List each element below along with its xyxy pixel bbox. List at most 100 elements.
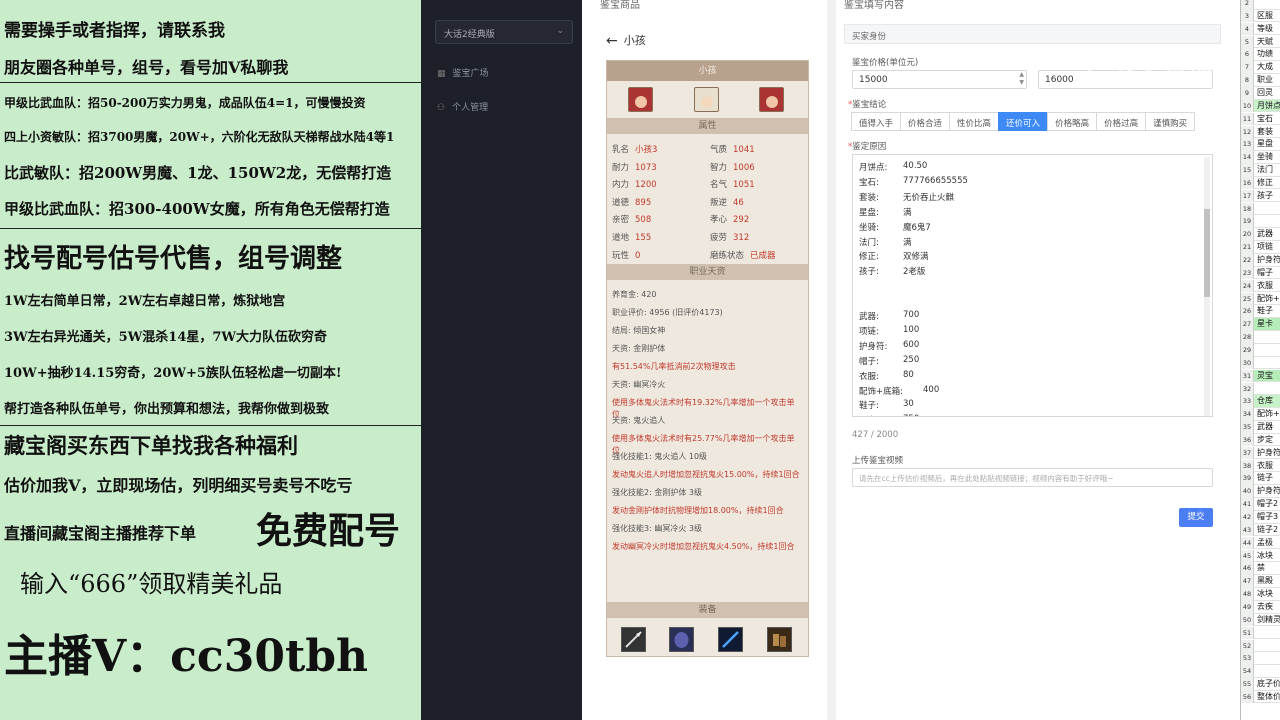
conclusion-tab[interactable]: 价格略高 — [1047, 112, 1098, 131]
price-min-input[interactable]: 15000 ▲ ▼ — [852, 70, 1027, 89]
sheet-row[interactable]: 18 — [1241, 202, 1280, 216]
sheet-row[interactable]: 17 孩子 — [1241, 189, 1280, 203]
sheet-row[interactable]: 23 帽子 — [1241, 266, 1280, 280]
back-button[interactable]: ← 小孩 — [606, 32, 646, 49]
sheet-row[interactable]: 50 剑精灵 — [1241, 613, 1280, 627]
sheet-row[interactable]: 47 黑殿 — [1241, 575, 1280, 588]
sheet-row[interactable]: 10 月饼点 — [1241, 99, 1280, 113]
sheet-row[interactable]: 46 禁 — [1241, 562, 1280, 575]
sheet-row[interactable]: 55 底子价 — [1241, 678, 1280, 691]
sword-icon[interactable] — [718, 627, 743, 652]
sheet-row[interactable]: 12 套装 — [1241, 125, 1280, 139]
sheet-row[interactable]: 14 坐骑 — [1241, 151, 1280, 164]
sheet-row[interactable]: 15 法门 — [1241, 164, 1280, 177]
stepper-icon[interactable]: ▲ ▼ — [1019, 71, 1024, 87]
attr-item: 亲密 508 — [612, 213, 651, 225]
conclusion-tab[interactable]: 价格过高 — [1096, 112, 1147, 131]
sheet-row[interactable]: 41 帽子2 — [1241, 498, 1280, 511]
sheet-row[interactable]: 21 项链 — [1241, 241, 1280, 254]
boots-icon[interactable] — [767, 627, 792, 652]
spreadsheet-strip: 2 3 区服 4 等级 5 天赋 6 功绩 7 大成 8 职业 9 回灵 10 月饼点 11 宝石 12 套装 13 星盘 1… — [1240, 0, 1280, 720]
child-avatar[interactable] — [694, 87, 719, 112]
reason-value: 777766655555 — [903, 175, 968, 186]
reason-value: 100 — [903, 324, 920, 335]
cell-text: 整体价 — [1257, 691, 1280, 701]
sheet-row[interactable]: 54 — [1241, 665, 1280, 678]
sheet-row[interactable]: 49 去疾 — [1241, 600, 1280, 614]
sheet-row[interactable]: 28 — [1241, 331, 1280, 344]
attr-key: 内力 — [612, 180, 630, 191]
conclusion-tab[interactable]: 价格合适 — [900, 112, 951, 131]
conclusion-tab[interactable]: 性价比高 — [949, 112, 1000, 131]
video-link-input[interactable]: 请先在cc上传估价视频后，再在此处粘贴视频链接；视频内容有助于好评哦~ — [852, 468, 1213, 487]
sheet-row[interactable]: 20 武器 — [1241, 228, 1280, 241]
reason-textarea[interactable]: 月饼点: 40.50 宝石: 777766655555 套装: 无价吞止火麒 星盘: 满坐骑:… — [852, 154, 1213, 417]
scrollbar-thumb[interactable] — [1204, 209, 1210, 297]
sheet-row[interactable]: 6 功绩 — [1241, 48, 1280, 61]
sheet-row[interactable]: 34 配饰+ — [1241, 408, 1280, 421]
sheet-row[interactable]: 24 衣服 — [1241, 279, 1280, 293]
scrollbar[interactable] — [1204, 157, 1210, 416]
sheet-row[interactable]: 5 天赋 — [1241, 35, 1280, 49]
sheet-row[interactable]: 26 鞋子 — [1241, 305, 1280, 318]
conclusion-tab[interactable]: 还价可入 — [998, 112, 1049, 131]
sheet-row[interactable]: 38 衣服 — [1241, 459, 1280, 473]
sheet-row[interactable]: 31 灵宝 — [1241, 369, 1280, 383]
sheet-row[interactable]: 30 — [1241, 356, 1280, 370]
submit-button[interactable]: 提交 — [1179, 508, 1213, 527]
sheet-row[interactable]: 7 大成 — [1241, 61, 1280, 74]
armor-icon[interactable] — [669, 627, 694, 652]
sheet-row[interactable]: 2 — [1241, 0, 1280, 10]
sheet-row[interactable]: 51 — [1241, 626, 1280, 640]
sheet-row[interactable]: 42 帽子3 — [1241, 511, 1280, 524]
child-avatar[interactable] — [759, 87, 784, 112]
child-avatar[interactable] — [628, 87, 653, 112]
attr-key: 道德 — [612, 197, 630, 208]
sheet-row[interactable]: 19 — [1241, 215, 1280, 229]
career-line: 强化技能1: 鬼火追人 10级 — [612, 452, 708, 461]
sheet-row[interactable]: 56 整体价 — [1241, 690, 1280, 704]
sheet-row[interactable]: 22 护身符 — [1241, 254, 1280, 267]
sheet-row[interactable]: 11 宝石 — [1241, 112, 1280, 126]
sheet-row[interactable]: 29 — [1241, 343, 1280, 357]
sheet-row[interactable]: 40 护身符 — [1241, 485, 1280, 498]
sheet-row[interactable]: 4 等级 — [1241, 22, 1280, 36]
cell-text: 帽子3 — [1257, 512, 1279, 521]
row-number: 34 — [1241, 408, 1254, 421]
sheet-row[interactable]: 35 武器 — [1241, 421, 1280, 434]
sheet-row[interactable]: 32 — [1241, 382, 1280, 396]
sidebar-item-appraise-square[interactable]: ▦ 鉴宝广场 — [437, 66, 489, 79]
attr-item: 乳名 小孩3 — [612, 143, 657, 155]
sheet-row[interactable]: 48 冰块 — [1241, 588, 1280, 601]
sheet-row[interactable]: 25 配饰+ — [1241, 292, 1280, 306]
sheet-row[interactable]: 36 步定 — [1241, 433, 1280, 447]
sheet-row[interactable]: 52 — [1241, 639, 1280, 653]
reason-value: 魔6鬼7 — [903, 222, 931, 233]
sheet-row[interactable]: 44 孟极 — [1241, 536, 1280, 550]
sheet-row[interactable]: 43 链子2 — [1241, 523, 1280, 537]
sheet-row[interactable]: 16 修正 — [1241, 176, 1280, 190]
sheet-row[interactable]: 9 回灵 — [1241, 86, 1280, 100]
server-select[interactable]: 大话2经典版 ⌄ — [435, 20, 573, 44]
sheet-row[interactable]: 27 星卡 — [1241, 318, 1280, 331]
conclusion-tab[interactable]: 谨慎购买 — [1145, 112, 1196, 131]
sheet-row[interactable]: 53 — [1241, 652, 1280, 665]
sheet-row[interactable]: 13 星盘 — [1241, 138, 1280, 151]
sheet-row[interactable]: 8 职业 — [1241, 74, 1280, 87]
row-number: 33 — [1241, 395, 1254, 408]
cell-text: 武器 — [1257, 229, 1273, 239]
reason-value: 满 — [903, 207, 912, 218]
attr-item: 玩性 0 — [612, 249, 640, 261]
sheet-row[interactable]: 39 链子 — [1241, 472, 1280, 486]
row-number: 10 — [1241, 99, 1254, 113]
conclusion-tab[interactable]: 值得入手 — [851, 112, 902, 131]
cell-text: 黑殿 — [1257, 576, 1273, 586]
row-number: 31 — [1241, 369, 1254, 383]
sheet-row[interactable]: 3 区服 — [1241, 9, 1280, 23]
sidebar-item-personal[interactable]: ⚇ 个人管理 — [437, 100, 488, 113]
sheet-row[interactable]: 33 仓库 — [1241, 395, 1280, 408]
info-line: 1W左右简单日常，2W左右卓越日常，炼狱地宫 — [4, 294, 286, 309]
spear-icon[interactable] — [621, 627, 646, 652]
sheet-row[interactable]: 45 冰块 — [1241, 549, 1280, 563]
sheet-row[interactable]: 37 护身符 — [1241, 446, 1280, 460]
